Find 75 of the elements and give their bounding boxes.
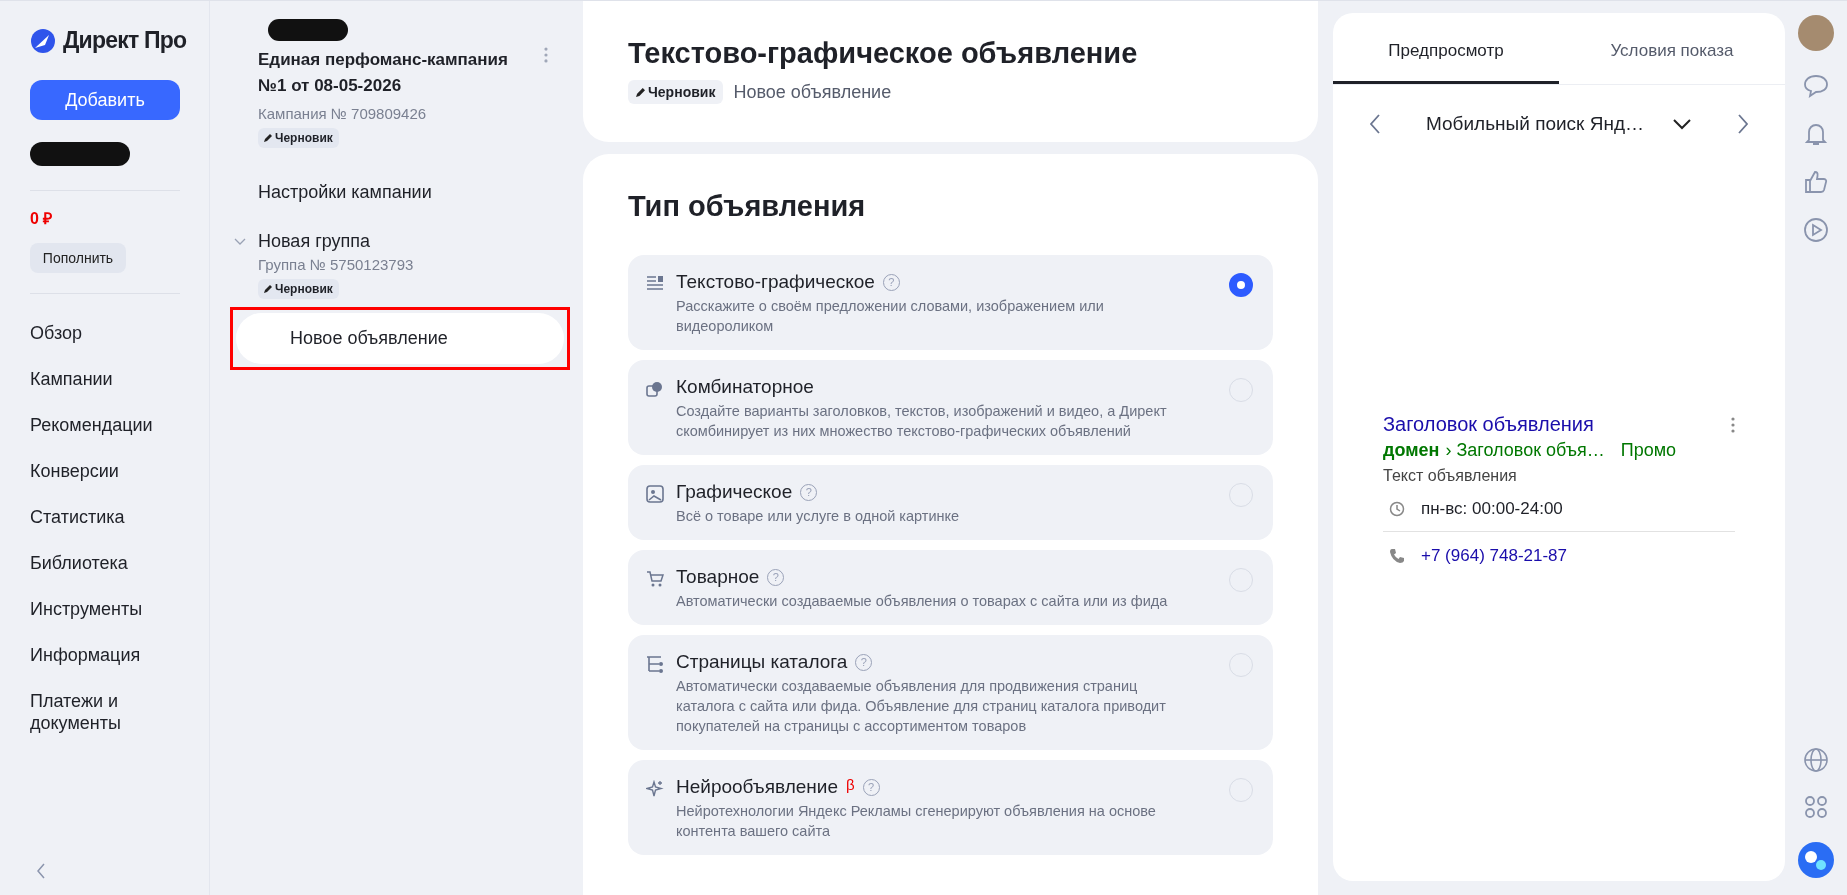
group-number: Группа № 5750123793: [258, 256, 414, 273]
status-badge: Черновик: [628, 80, 724, 104]
thumbs-up-icon[interactable]: [1803, 169, 1829, 195]
logo-icon: [30, 27, 56, 54]
chevron-down-icon: [1672, 118, 1692, 130]
ad-type-option[interactable]: Текстово-графическое ? Расскажите о своём предложении словами, изображением или видеороликом: [628, 255, 1273, 350]
ad-hours: пн-вс: 00:00-24:00: [1421, 499, 1563, 519]
page-title: Текстово-графическое объявление: [628, 37, 1139, 70]
option-title: Нейрообъявление: [676, 776, 838, 798]
option-title: Текстово-графическое: [676, 271, 875, 293]
status-badge: Черновик: [258, 279, 339, 299]
option-description: Нейротехнологии Яндекс Рекламы сгенерируют объявления на основе контента вашего сайта: [676, 802, 1157, 841]
logo-text: Директ Про: [63, 27, 187, 54]
nav-item[interactable]: Рекомендации: [30, 402, 150, 448]
sparkle-icon: [646, 780, 664, 798]
avatar[interactable]: [1798, 15, 1834, 51]
device-dropdown[interactable]: Мобильный поиск Янд…: [1426, 113, 1692, 135]
promo-label: Промо: [1620, 440, 1677, 461]
more-icon[interactable]: [544, 47, 548, 63]
tree-icon: [646, 655, 664, 673]
section-title: Тип объявления: [628, 190, 867, 223]
radio-button[interactable]: [1229, 273, 1253, 297]
top-up-button[interactable]: Пополнить: [30, 243, 126, 273]
apps-grid-icon[interactable]: [1804, 795, 1828, 819]
option-title: Комбинаторное: [676, 376, 814, 398]
nav-item[interactable]: Платежи и документы: [30, 678, 150, 746]
nav-item[interactable]: Статистика: [30, 494, 150, 540]
option-description: Расскажите о своём предложении словами, изображением или видеороликом: [676, 297, 1105, 336]
option-description: Автоматически создаваемые объявления для продвижения страниц каталога с сайта или фида. Объявление для страниц каталога приводит покупателей на страницы с ассортиментом товаров: [676, 677, 1167, 736]
balance: 0 ₽: [30, 209, 54, 229]
previous-icon[interactable]: [1369, 114, 1381, 134]
ad-headline[interactable]: Заголовок объявления: [1383, 413, 1594, 436]
ad-item[interactable]: Новое объявление: [236, 313, 564, 364]
nav-item[interactable]: Инструменты: [30, 586, 150, 632]
option-title: Графическое: [676, 481, 793, 503]
text-lines-icon: [646, 275, 664, 291]
ad-domain: домен: [1383, 440, 1440, 461]
overlapping-shapes-icon: [646, 380, 664, 398]
option-title: Товарное: [676, 566, 760, 588]
globe-icon[interactable]: [1803, 747, 1829, 773]
cart-icon: [646, 570, 664, 588]
more-icon[interactable]: [1731, 416, 1735, 433]
assistant-icon[interactable]: [1797, 841, 1835, 879]
tab[interactable]: Предпросмотр: [1333, 13, 1559, 84]
option-description: Автоматически создаваемые объявления о товарах с сайта или из фида: [676, 592, 1169, 611]
next-icon[interactable]: [1737, 114, 1749, 134]
image-icon: [646, 485, 664, 503]
ad-name: Новое объявление: [733, 81, 892, 103]
play-icon[interactable]: [1803, 217, 1829, 243]
option-description: Всё о товаре или услуге в одной картинке: [676, 507, 961, 526]
option-title: Страницы каталога: [676, 651, 848, 673]
collapse-icon[interactable]: [36, 863, 46, 879]
nav-item[interactable]: Библиотека: [30, 540, 150, 586]
tab[interactable]: Условия показа: [1559, 13, 1785, 84]
group-name[interactable]: Новая группа: [258, 231, 370, 252]
clock-icon: [1389, 501, 1405, 517]
ad-path: › Заголовок объя…: [1445, 440, 1605, 461]
bell-icon[interactable]: [1803, 121, 1829, 147]
option-description: Создайте варианты заголовков, текстов, изображений и видео, а Директ скомбинирует из них множество текстово-графических объявлений: [676, 402, 1168, 441]
campaign-settings-link[interactable]: Настройки кампании: [258, 182, 432, 203]
ad-phone[interactable]: +7 (964) 748-21-87: [1421, 546, 1568, 566]
nav-item[interactable]: Информация: [30, 632, 150, 678]
nav-item[interactable]: Обзор: [30, 310, 150, 356]
status-badge: Черновик: [258, 128, 339, 148]
ad-text: Текст объявления: [1383, 467, 1518, 485]
add-button[interactable]: Добавить: [30, 80, 180, 120]
campaign-title: Единая перфоманс-кампания №1 от 08-05-2026: [258, 49, 509, 97]
phone-icon: [1389, 548, 1405, 564]
nav-item[interactable]: Конверсии: [30, 448, 150, 494]
beta-mark: β: [846, 776, 855, 793]
chevron-icon[interactable]: [234, 237, 246, 246]
chat-icon[interactable]: [1803, 73, 1829, 99]
nav-item[interactable]: Кампании: [30, 356, 150, 402]
ad-type-option[interactable]: Комбинаторное Создайте варианты заголовков, текстов, изображений и видео, а Директ скомбинирует из них множество текстово-графических объявлений: [628, 360, 1273, 455]
campaign-number: Кампания № 709809426: [258, 105, 427, 122]
